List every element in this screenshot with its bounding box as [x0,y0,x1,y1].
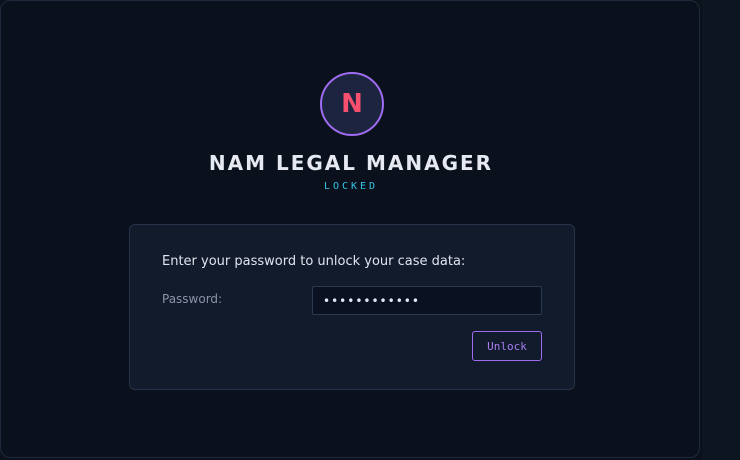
password-label: Password: [162,292,223,306]
lock-screen: N NAM LEGAL MANAGER LOCKED Enter your pa… [0,0,740,460]
app-window: N NAM LEGAL MANAGER LOCKED Enter your pa… [0,0,700,458]
unlock-prompt: Enter your password to unlock your case … [162,254,466,269]
unlock-card: Enter your password to unlock your case … [129,224,575,390]
unlock-button[interactable]: Unlock [472,331,542,361]
background-panel [702,0,740,460]
password-input[interactable] [312,286,542,315]
logo-letter: N [341,89,363,119]
app-title: NAM LEGAL MANAGER [208,151,494,175]
app-logo: N [320,72,384,136]
lock-status: LOCKED [323,181,379,192]
